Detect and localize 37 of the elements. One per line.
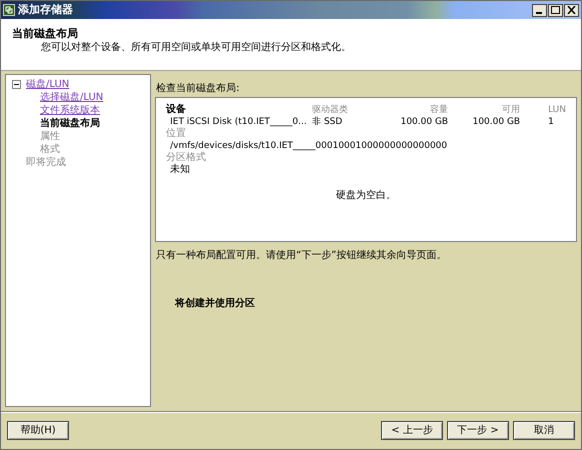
minimize-icon[interactable] <box>532 4 547 16</box>
wizard-button[interactable]: 取消 <box>513 421 575 440</box>
empty-message: 硬盘为空白。 <box>336 190 396 202</box>
column-header: 可用 <box>501 104 520 116</box>
field-value: /vmfs/devices/disks/t10.IET_____00010001000000000000000 <box>169 140 448 152</box>
info-text: 只有一种布局配置可用。请使用“下一步”按钮继续其余向导页面。 <box>156 249 448 262</box>
table-cell-text: 1 <box>547 116 555 128</box>
column-header: 驱动器类 <box>312 104 350 116</box>
page-subtitle: 您可以对整个设备、所有可用空间或单块可用空间进行分区和格式化。 <box>41 41 352 55</box>
field-label: 分区格式 <box>166 152 208 164</box>
column-header: 设备 <box>166 104 188 116</box>
action-text: 将创建并使用分区 <box>175 297 256 310</box>
column-header: 容量 <box>429 104 448 116</box>
wizard-button[interactable]: 下一步 > <box>447 421 509 440</box>
wizard-button[interactable]: < 上一步 <box>381 421 443 440</box>
wizard-step: 即将完成 <box>26 156 66 169</box>
wizard-step: 格式 <box>40 143 60 156</box>
page-title: 当前磁盘布局 <box>12 27 79 41</box>
table-cell-text: IET iSCSI Disk (t10.IET_____0... <box>169 116 308 128</box>
column-header: LUN <box>547 104 566 116</box>
app-icon <box>3 4 15 16</box>
table-cell-text: 100.00 GB <box>400 116 448 128</box>
wizard-button[interactable]: 帮助(H) <box>7 421 69 440</box>
field-label: 位置 <box>166 128 188 140</box>
maximize-icon[interactable] <box>548 4 563 16</box>
wizard-step[interactable]: 文件系统版本 <box>40 104 100 117</box>
wizard-step: 当前磁盘布局 <box>40 117 100 130</box>
panel-label: 检查当前磁盘布局: <box>156 82 240 95</box>
window-title: 添加存储器 <box>18 2 73 18</box>
wizard-step[interactable]: 选择磁盘/LUN <box>40 91 104 104</box>
table-cell-text: 非 SSD <box>312 116 344 128</box>
wizard-step: 属性 <box>40 130 60 143</box>
table-cell-text: 100.00 GB <box>472 116 520 128</box>
wizard-step[interactable]: 磁盘/LUN <box>26 78 70 91</box>
close-icon[interactable] <box>564 4 579 16</box>
field-value: 未知 <box>169 164 192 176</box>
collapse-icon[interactable] <box>12 80 21 89</box>
